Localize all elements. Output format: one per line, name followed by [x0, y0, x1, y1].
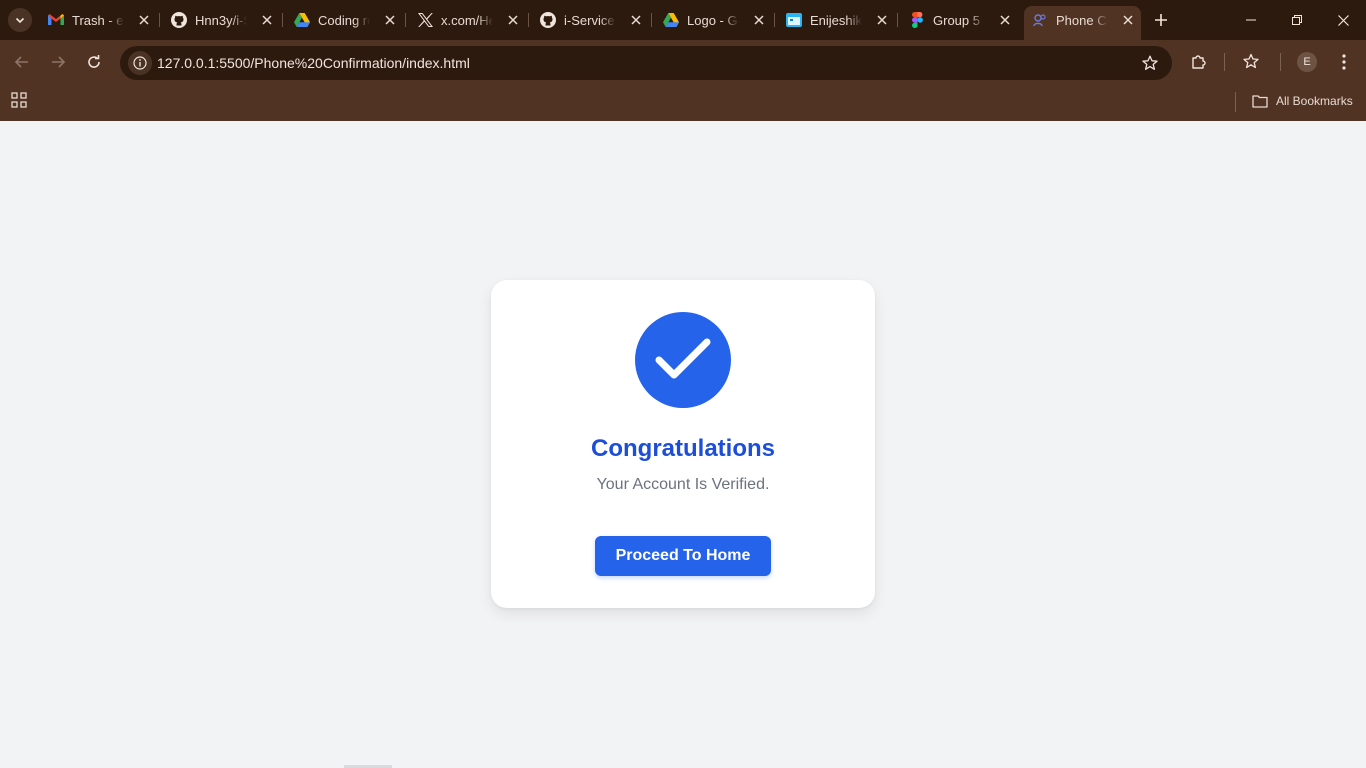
close-tab-icon[interactable]: [995, 10, 1015, 30]
page-viewport: Congratulations Your Account Is Verified…: [0, 121, 1366, 768]
profile-avatar[interactable]: E: [1297, 52, 1317, 72]
minimize-icon: [1246, 19, 1256, 21]
google-drive-icon: [663, 12, 679, 28]
site-info-button[interactable]: [128, 51, 152, 75]
tab-title: Group 5 P: [933, 13, 985, 28]
restore-button[interactable]: [1274, 0, 1320, 40]
tab-divider: [651, 13, 652, 27]
gmail-icon: [48, 12, 64, 28]
address-bar[interactable]: 127.0.0.1:5500/Phone%20Confirmation/inde…: [120, 46, 1172, 80]
tab-google-drive[interactable]: Coding re: [294, 6, 404, 34]
puzzle-icon: [1192, 55, 1206, 69]
tab-gmail[interactable]: Trash - ee: [48, 6, 158, 34]
google-drive-icon: [294, 12, 310, 28]
apps-button[interactable]: [11, 92, 29, 110]
tab-title: Coding re: [318, 13, 370, 28]
tab-title: Logo - Go: [687, 13, 739, 28]
forward-button[interactable]: [46, 50, 70, 74]
url-text: 127.0.0.1:5500/Phone%20Confirmation/inde…: [157, 55, 470, 71]
reload-icon: [88, 55, 100, 68]
browser-toolbar: 127.0.0.1:5500/Phone%20Confirmation/inde…: [0, 40, 1366, 84]
tab-search-button[interactable]: [8, 8, 32, 32]
apps-grid-icon: [11, 92, 27, 108]
tab-divider: [159, 13, 160, 27]
page-title: Congratulations: [591, 435, 775, 462]
tab-divider: [405, 13, 406, 27]
star-list-icon: [1243, 53, 1259, 69]
close-tab-icon[interactable]: [872, 10, 892, 30]
verification-card: Congratulations Your Account Is Verified…: [491, 280, 875, 608]
close-icon: [1337, 14, 1349, 26]
close-tab-icon[interactable]: [380, 10, 400, 30]
tab-title: Enijeshiku: [810, 13, 862, 28]
bookmarks-bar: All Bookmarks: [0, 84, 1366, 121]
figma-icon: [909, 12, 925, 28]
restore-icon: [1292, 15, 1302, 25]
close-window-button[interactable]: [1320, 0, 1366, 40]
close-tab-icon[interactable]: [749, 10, 769, 30]
chevron-down-icon: [15, 17, 25, 24]
toolbar-divider: [1280, 53, 1281, 71]
menu-button[interactable]: [1332, 50, 1356, 74]
tab-enijeshiku[interactable]: Enijeshiku: [786, 6, 896, 34]
new-tab-button[interactable]: [1150, 9, 1172, 31]
more-vertical-icon: [1342, 54, 1346, 70]
toolbar-divider: [1224, 53, 1225, 71]
tab-divider: [774, 13, 775, 27]
extensions-button[interactable]: [1187, 50, 1211, 74]
github-icon: [171, 12, 187, 28]
tab-github-repo[interactable]: Hnn3y/i-S: [171, 6, 281, 34]
arrow-right-icon: [52, 56, 66, 68]
page-icon: [1032, 12, 1048, 28]
tab-logo-drive[interactable]: Logo - Go: [663, 6, 773, 34]
all-bookmarks-button[interactable]: All Bookmarks: [1252, 91, 1353, 111]
info-icon: [133, 56, 147, 70]
close-tab-icon[interactable]: [1118, 10, 1138, 30]
star-icon: [1142, 55, 1158, 70]
tab-phone-confirmation-active[interactable]: Phone Co: [1032, 6, 1142, 34]
tab-title: Trash - ee: [72, 13, 124, 28]
checkmark-icon: [655, 338, 711, 379]
tab-title: Hnn3y/i-S: [195, 13, 247, 28]
close-tab-icon[interactable]: [257, 10, 277, 30]
tab-title: x.com/He: [441, 13, 493, 28]
calendar-icon: [786, 12, 802, 28]
page-subtitle: Your Account Is Verified.: [596, 476, 770, 493]
reading-list-button[interactable]: [1240, 50, 1264, 74]
bookmark-star-button[interactable]: [1140, 53, 1160, 73]
close-tab-icon[interactable]: [626, 10, 646, 30]
tab-divider: [897, 13, 898, 27]
plus-icon: [1155, 14, 1167, 26]
github-icon: [540, 12, 556, 28]
back-button[interactable]: [10, 50, 34, 74]
tab-x[interactable]: x.com/He: [417, 6, 527, 34]
close-tab-icon[interactable]: [134, 10, 154, 30]
tab-title: Phone Co: [1056, 13, 1108, 28]
close-tab-icon[interactable]: [503, 10, 523, 30]
arrow-left-icon: [14, 56, 28, 68]
x-icon: [417, 12, 433, 28]
tab-github-service[interactable]: i-Service-: [540, 6, 650, 34]
all-bookmarks-label: All Bookmarks: [1276, 94, 1353, 108]
reload-button[interactable]: [82, 50, 106, 74]
tab-divider: [528, 13, 529, 27]
tab-figma[interactable]: Group 5 P: [909, 6, 1019, 34]
folder-icon: [1252, 95, 1268, 108]
proceed-home-button[interactable]: Proceed To Home: [595, 536, 771, 576]
tab-title: i-Service-: [564, 13, 616, 28]
tab-divider: [282, 13, 283, 27]
minimize-button[interactable]: [1228, 0, 1274, 40]
success-badge: [635, 312, 731, 408]
bookmarks-divider: [1235, 92, 1236, 112]
tab-strip: Trash - ee Hnn3y/i-S Coding re x.com/He …: [0, 0, 1366, 40]
